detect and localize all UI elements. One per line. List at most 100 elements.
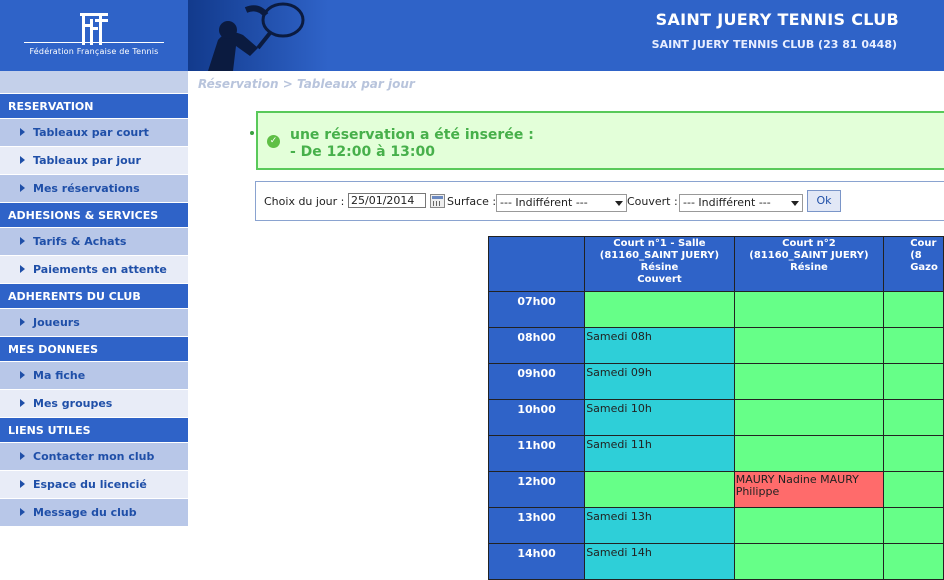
free-slot-cell[interactable] bbox=[733, 399, 885, 436]
booked-slot-cell[interactable]: MAURY Nadine MAURY Philippe bbox=[733, 471, 885, 508]
sidebar-section-reservation: RESERVATION bbox=[0, 93, 188, 118]
table-row: 12h00 MAURY Nadine MAURY Philippe bbox=[487, 471, 944, 508]
notice-title: une réservation a été inserée : bbox=[290, 127, 534, 143]
day-input[interactable]: 25/01/2014 bbox=[348, 193, 426, 208]
sidebar-item-contacter-mon-club[interactable]: Contacter mon club bbox=[0, 442, 188, 470]
court-name: Cour bbox=[910, 238, 937, 249]
court-surface: Résine bbox=[640, 262, 679, 273]
free-slot-cell[interactable] bbox=[584, 291, 735, 328]
court-location: (81160_SAINT JUERY) bbox=[749, 250, 869, 261]
fft-logo-icon bbox=[80, 13, 108, 45]
covered-label: Couvert : bbox=[627, 195, 678, 208]
sidebar-item-tarifs-achats[interactable]: Tarifs & Achats bbox=[0, 227, 188, 255]
court-location: (81160_SAINT JUERY) bbox=[599, 250, 720, 261]
club-subtitle: SAINT JUERY TENNIS CLUB (23 81 0448) bbox=[651, 38, 897, 51]
arrow-right-icon bbox=[20, 237, 25, 245]
reserved-slot-cell[interactable]: Samedi 08h bbox=[584, 327, 735, 364]
sidebar-item-mes-groupes[interactable]: Mes groupes bbox=[0, 389, 188, 417]
surface-select[interactable]: --- Indifférent --- bbox=[496, 194, 627, 212]
free-slot-cell[interactable] bbox=[733, 291, 885, 328]
chevron-down-icon bbox=[615, 201, 623, 206]
notice-detail: - De 12:00 à 13:00 bbox=[290, 144, 435, 160]
sidebar-item-label: Tarifs & Achats bbox=[33, 235, 127, 248]
sidebar-section-mes-donnees: MES DONNEES bbox=[0, 336, 188, 361]
sidebar-item-paiements-en-attente[interactable]: Paiements en attente bbox=[0, 255, 188, 283]
sidebar-section-liens-utiles: LIENS UTILES bbox=[0, 417, 188, 442]
sidebar-item-mes-reservations[interactable]: Mes réservations bbox=[0, 174, 188, 202]
table-row: 09h00 Samedi 09h bbox=[487, 363, 944, 400]
court-location: (8 bbox=[910, 250, 922, 261]
court-surface: Résine bbox=[790, 262, 828, 273]
sidebar-item-message-du-club[interactable]: Message du club bbox=[0, 498, 188, 526]
free-slot-cell[interactable] bbox=[883, 399, 944, 436]
free-slot-cell[interactable] bbox=[883, 363, 944, 400]
free-slot-cell[interactable] bbox=[733, 435, 885, 472]
free-slot-cell[interactable] bbox=[733, 543, 885, 580]
covered-select-value: --- Indifférent --- bbox=[683, 196, 771, 209]
sidebar-top-spacer bbox=[0, 71, 188, 93]
surface-select-value: --- Indifférent --- bbox=[500, 196, 588, 209]
free-slot-cell[interactable] bbox=[883, 291, 944, 328]
sidebar-section-adhesions: ADHESIONS & SERVICES bbox=[0, 202, 188, 227]
covered-select[interactable]: --- Indifférent --- bbox=[679, 194, 803, 212]
arrow-right-icon bbox=[20, 371, 25, 379]
free-slot-cell[interactable] bbox=[883, 471, 944, 508]
sidebar-item-espace-du-licencie[interactable]: Espace du licencié bbox=[0, 470, 188, 498]
court-header-1: Court n°1 - Salle (81160_SAINT JUERY) Ré… bbox=[584, 236, 735, 292]
sidebar-item-label: Contacter mon club bbox=[33, 450, 155, 463]
calendar-icon[interactable] bbox=[430, 194, 445, 208]
sidebar-item-tableaux-par-court[interactable]: Tableaux par court bbox=[0, 118, 188, 146]
hour-label: 11h00 bbox=[487, 435, 586, 472]
sidebar-item-joueurs[interactable]: Joueurs bbox=[0, 308, 188, 336]
table-row: 10h00 Samedi 10h bbox=[487, 399, 944, 436]
reserved-slot-cell[interactable]: Samedi 10h bbox=[584, 399, 735, 436]
bullet-icon bbox=[250, 131, 254, 135]
court-header-3: Cour (8 Gazo bbox=[883, 236, 944, 292]
hour-label: 13h00 bbox=[487, 507, 586, 544]
arrow-right-icon bbox=[20, 480, 25, 488]
breadcrumb: Réservation > Tableaux par jour bbox=[198, 77, 415, 91]
sidebar-item-label: Mes réservations bbox=[33, 182, 140, 195]
arrow-right-icon bbox=[20, 184, 25, 192]
hour-label: 14h00 bbox=[487, 543, 586, 580]
reserved-slot-cell[interactable]: Samedi 09h bbox=[584, 363, 735, 400]
sidebar-item-label: Joueurs bbox=[33, 316, 80, 329]
table-row: 11h00 Samedi 11h bbox=[487, 435, 944, 472]
free-slot-cell[interactable] bbox=[883, 435, 944, 472]
reserved-slot-cell[interactable]: Samedi 14h bbox=[584, 543, 735, 580]
arrow-right-icon bbox=[20, 452, 25, 460]
sidebar-item-label: Mes groupes bbox=[33, 397, 113, 410]
free-slot-cell[interactable] bbox=[584, 471, 735, 508]
tennis-player-icon bbox=[208, 2, 305, 71]
arrow-right-icon bbox=[20, 318, 25, 326]
success-notice: ✓ une réservation a été inserée : - De 1… bbox=[256, 111, 944, 170]
hour-label: 12h00 bbox=[487, 471, 586, 508]
free-slot-cell[interactable] bbox=[883, 543, 944, 580]
fft-logo[interactable]: Fédération Française de Tennis bbox=[0, 0, 188, 71]
grid-header-row: Court n°1 - Salle (81160_SAINT JUERY) Ré… bbox=[487, 236, 944, 292]
logo-divider bbox=[24, 42, 164, 43]
day-label: Choix du jour : bbox=[264, 195, 345, 208]
hour-label: 09h00 bbox=[487, 363, 586, 400]
court-name: Court n°1 - Salle bbox=[613, 238, 706, 249]
table-row: 07h00 bbox=[487, 291, 944, 328]
hour-label: 07h00 bbox=[487, 291, 586, 328]
free-slot-cell[interactable] bbox=[733, 363, 885, 400]
sidebar-item-label: Message du club bbox=[33, 506, 137, 519]
arrow-right-icon bbox=[20, 265, 25, 273]
sidebar-item-tableaux-par-jour[interactable]: Tableaux par jour bbox=[0, 146, 188, 174]
free-slot-cell[interactable] bbox=[883, 507, 944, 544]
arrow-right-icon bbox=[20, 156, 25, 164]
free-slot-cell[interactable] bbox=[733, 327, 885, 364]
free-slot-cell[interactable] bbox=[733, 507, 885, 544]
sidebar-item-ma-fiche[interactable]: Ma fiche bbox=[0, 361, 188, 389]
arrow-right-icon bbox=[20, 128, 25, 136]
reserved-slot-cell[interactable]: Samedi 11h bbox=[584, 435, 735, 472]
court-surface: Gazo bbox=[910, 262, 938, 273]
grid-corner bbox=[487, 236, 586, 292]
ok-button[interactable]: Ok bbox=[807, 190, 841, 212]
sidebar-item-label: Tableaux par court bbox=[33, 126, 149, 139]
free-slot-cell[interactable] bbox=[883, 327, 944, 364]
reserved-slot-cell[interactable]: Samedi 13h bbox=[584, 507, 735, 544]
sidebar: RESERVATION Tableaux par court Tableaux … bbox=[0, 71, 188, 550]
